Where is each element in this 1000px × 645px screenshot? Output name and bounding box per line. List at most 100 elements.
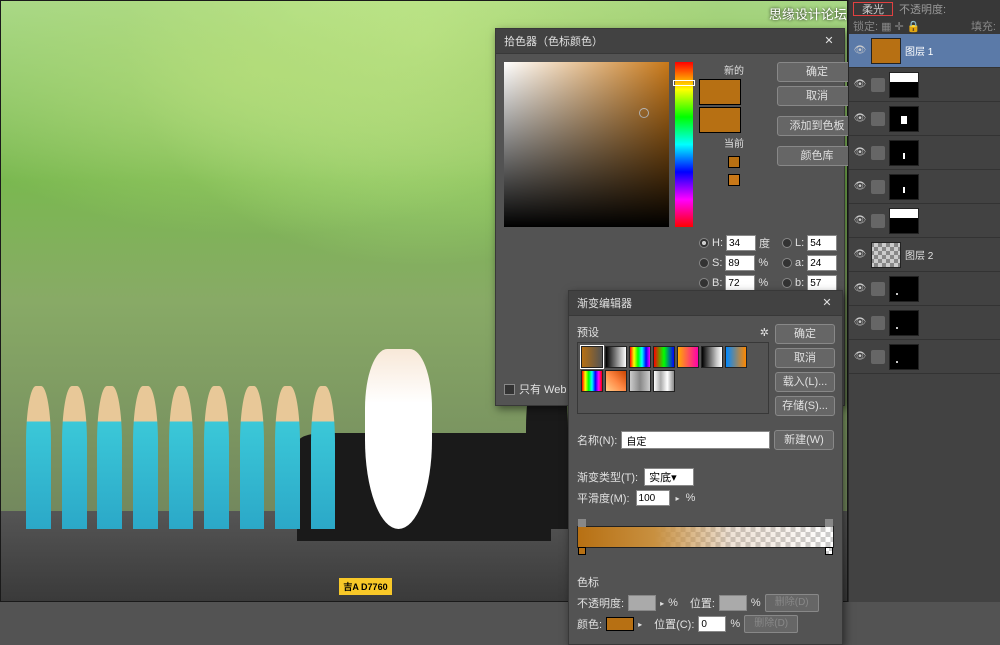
layer-row[interactable]: 👁 <box>849 136 1000 170</box>
visibility-icon[interactable]: 👁 <box>853 180 867 194</box>
h-input[interactable] <box>726 235 756 251</box>
websafe-swatch[interactable] <box>728 174 740 186</box>
delete-stop-button: 删除(D) <box>744 615 798 633</box>
color-stop[interactable] <box>578 547 586 555</box>
dialog-titlebar[interactable]: 拾色器（色标颜色） ✕ <box>496 29 844 54</box>
add-swatch-button[interactable]: 添加到色板 <box>777 116 857 136</box>
layer-name[interactable]: 图层 2 <box>905 247 933 262</box>
new-button[interactable]: 新建(W) <box>774 430 834 450</box>
scene-bride <box>365 349 433 529</box>
visibility-icon[interactable]: 👁 <box>853 350 867 364</box>
smoothness-input[interactable] <box>636 490 670 506</box>
color-field[interactable] <box>504 62 669 227</box>
dialog-titlebar[interactable]: 渐变编辑器 ✕ <box>569 291 842 316</box>
mask-thumbnail[interactable] <box>889 208 919 234</box>
color-field-marker[interactable] <box>639 108 649 118</box>
gradient-type-select[interactable]: 实底 ▾ <box>644 468 694 486</box>
visibility-icon[interactable]: 👁 <box>853 248 867 262</box>
preset-swatch[interactable] <box>581 346 603 368</box>
preset-swatch[interactable] <box>581 370 603 392</box>
color-library-button[interactable]: 颜色库 <box>777 146 857 166</box>
mask-thumbnail[interactable] <box>889 106 919 132</box>
preset-swatch[interactable] <box>605 370 627 392</box>
stop-color-chip[interactable] <box>606 617 634 631</box>
visibility-icon[interactable]: 👁 <box>853 316 867 330</box>
license-plate: 吉A D7760 <box>339 578 391 595</box>
layer-row[interactable]: 👁 <box>849 204 1000 238</box>
visibility-icon[interactable]: 👁 <box>853 44 867 58</box>
mask-thumbnail[interactable] <box>889 276 919 302</box>
web-only-checkbox[interactable] <box>504 384 515 395</box>
layer-row[interactable]: 👁 图层 2 <box>849 238 1000 272</box>
layer-row[interactable]: 👁 <box>849 170 1000 204</box>
presets-menu-icon[interactable]: ✲ <box>760 326 769 339</box>
mask-thumbnail[interactable] <box>889 344 919 370</box>
lock-pixels-icon[interactable]: ▦ <box>881 20 891 33</box>
preset-swatch[interactable] <box>725 346 747 368</box>
b-input[interactable] <box>725 275 755 291</box>
adjustment-icon <box>871 146 885 160</box>
hue-slider[interactable] <box>675 62 693 227</box>
preset-swatch[interactable] <box>653 370 675 392</box>
b-radio[interactable] <box>699 278 709 288</box>
new-color-label: 新的 <box>699 62 769 77</box>
lb-input[interactable] <box>807 275 837 291</box>
layer-row[interactable]: 👁 <box>849 102 1000 136</box>
l-input[interactable] <box>807 235 837 251</box>
mask-thumbnail[interactable] <box>889 72 919 98</box>
presets-grid <box>577 342 769 414</box>
layer-thumbnail[interactable] <box>871 38 901 64</box>
ok-button[interactable]: 确定 <box>775 324 835 344</box>
preset-swatch[interactable] <box>677 346 699 368</box>
s-input[interactable] <box>725 255 755 271</box>
save-button[interactable]: 存储(S)... <box>775 396 835 416</box>
gradient-name-input[interactable] <box>621 431 770 449</box>
load-button[interactable]: 载入(L)... <box>775 372 835 392</box>
a-input[interactable] <box>807 255 837 271</box>
warn-swatch[interactable] <box>728 156 740 168</box>
preset-swatch[interactable] <box>629 346 651 368</box>
opacity-stop[interactable] <box>578 519 586 527</box>
cancel-button[interactable]: 取消 <box>775 348 835 368</box>
visibility-icon[interactable]: 👁 <box>853 112 867 126</box>
mask-thumbnail[interactable] <box>889 174 919 200</box>
layer-row[interactable]: 👁 <box>849 68 1000 102</box>
layers-list: 👁 图层 1 👁 👁 👁 👁 👁 👁 图层 2 👁 👁 👁 <box>849 34 1000 594</box>
layer-name[interactable]: 图层 1 <box>905 43 933 58</box>
preset-swatch[interactable] <box>629 370 651 392</box>
ok-button[interactable]: 确定 <box>777 62 857 82</box>
color-stop[interactable] <box>825 547 833 555</box>
close-icon[interactable]: ✕ <box>820 296 834 310</box>
layers-panel: 柔光 不透明度: 锁定: ▦ ✛ 🔒 填充: 👁 图层 1 👁 👁 👁 👁 👁 … <box>848 0 1000 602</box>
preset-swatch[interactable] <box>605 346 627 368</box>
mask-thumbnail[interactable] <box>889 140 919 166</box>
layer-thumbnail[interactable] <box>871 242 901 268</box>
close-icon[interactable]: ✕ <box>822 34 836 48</box>
visibility-icon[interactable]: 👁 <box>853 146 867 160</box>
preset-swatch[interactable] <box>701 346 723 368</box>
visibility-icon[interactable]: 👁 <box>853 214 867 228</box>
gradient-bar[interactable] <box>577 526 834 548</box>
lock-position-icon[interactable]: ✛ <box>894 20 903 33</box>
opacity-stop[interactable] <box>825 519 833 527</box>
panel-options-row: 柔光 不透明度: <box>849 0 1000 18</box>
lock-all-icon[interactable]: 🔒 <box>907 20 921 33</box>
mask-thumbnail[interactable] <box>889 310 919 336</box>
visibility-icon[interactable]: 👁 <box>853 282 867 296</box>
layer-row[interactable]: 👁 <box>849 272 1000 306</box>
layer-row[interactable]: 👁 图层 1 <box>849 34 1000 68</box>
s-radio[interactable] <box>699 258 709 268</box>
preset-swatch[interactable] <box>653 346 675 368</box>
lb-radio[interactable] <box>782 278 792 288</box>
cancel-button[interactable]: 取消 <box>777 86 857 106</box>
gradient-editor-dialog: 渐变编辑器 ✕ 预设 ✲ <box>568 290 843 645</box>
stop-position2-input[interactable] <box>698 616 726 632</box>
hue-slider-thumb[interactable] <box>673 80 695 86</box>
layer-row[interactable]: 👁 <box>849 340 1000 374</box>
visibility-icon[interactable]: 👁 <box>853 78 867 92</box>
h-radio[interactable] <box>699 238 709 248</box>
a-radio[interactable] <box>782 258 792 268</box>
layer-row[interactable]: 👁 <box>849 306 1000 340</box>
blend-mode-select[interactable]: 柔光 <box>853 2 893 16</box>
l-radio[interactable] <box>782 238 792 248</box>
